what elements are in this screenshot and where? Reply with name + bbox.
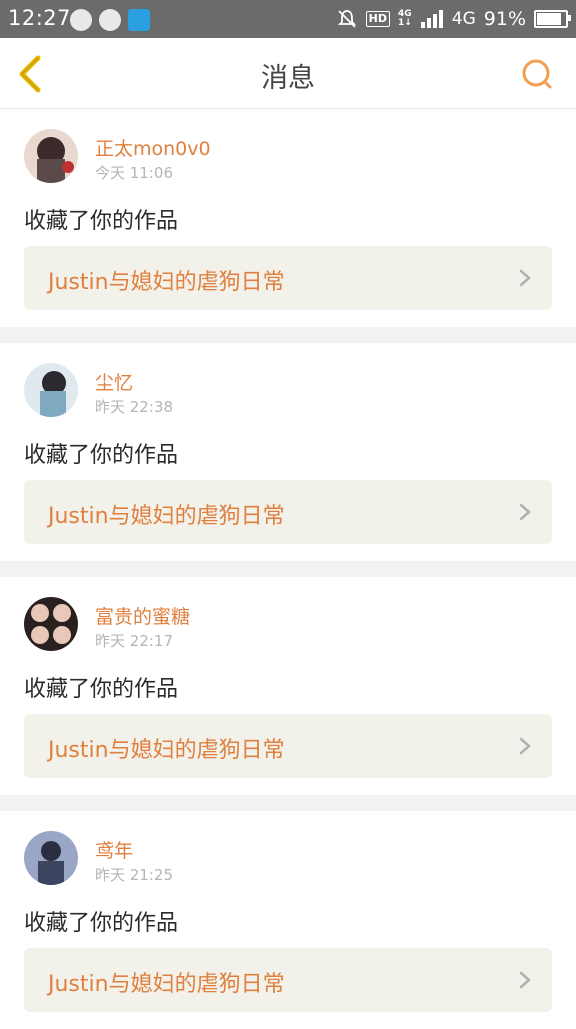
avatar[interactable] <box>24 597 78 651</box>
notification-item: 尘忆 昨天 22:38 收藏了你的作品 Justin与媳妇的虐狗日常 <box>0 343 576 561</box>
battery-percent: 91% <box>483 8 526 30</box>
network-label: 4G <box>451 9 476 29</box>
work-title: Justin与媳妇的虐狗日常 <box>48 270 285 295</box>
separator <box>0 561 576 577</box>
work-title: Justin与媳妇的虐狗日常 <box>48 972 285 997</box>
timestamp: 昨天 21:25 <box>95 866 173 884</box>
work-title: Justin与媳妇的虐狗日常 <box>48 738 285 763</box>
status-bar: 12:27 HD 4G 1↓ 4G 91% <box>0 0 576 38</box>
work-link[interactable]: Justin与媳妇的虐狗日常 <box>24 948 552 1012</box>
page-title: 消息 <box>261 63 315 94</box>
notification-item: 富贵的蜜糖 昨天 22:17 收藏了你的作品 Justin与媳妇的虐狗日常 <box>0 577 576 795</box>
separator <box>0 327 576 343</box>
username[interactable]: 尘忆 <box>95 368 133 395</box>
work-link[interactable]: Justin与媳妇的虐狗日常 <box>24 480 552 544</box>
action-text: 收藏了你的作品 <box>24 911 179 936</box>
avatar-image <box>24 597 78 651</box>
timestamp: 昨天 22:38 <box>95 398 173 416</box>
avatar[interactable] <box>24 363 78 417</box>
chevron-right-icon <box>519 971 531 989</box>
signal-icon <box>420 10 443 28</box>
avatar-image <box>24 129 78 183</box>
status-time: 12:27 <box>8 6 72 30</box>
work-link[interactable]: Justin与媳妇的虐狗日常 <box>24 714 552 778</box>
avatar[interactable] <box>24 129 78 183</box>
search-icon[interactable] <box>520 57 554 91</box>
hd-badge: HD <box>365 11 390 27</box>
timestamp: 昨天 22:17 <box>95 632 173 650</box>
action-text: 收藏了你的作品 <box>24 443 179 468</box>
work-title: Justin与媳妇的虐狗日常 <box>48 504 285 529</box>
work-link[interactable]: Justin与媳妇的虐狗日常 <box>24 246 552 310</box>
battery-icon <box>534 10 571 28</box>
notification-item: 鸢年 昨天 21:25 收藏了你的作品 Justin与媳妇的虐狗日常 <box>0 811 576 1029</box>
avatar[interactable] <box>24 831 78 885</box>
notification-item: 正太mon0v0 今天 11:06 收藏了你的作品 Justin与媳妇的虐狗日常 <box>0 109 576 327</box>
chevron-right-icon <box>519 269 531 287</box>
notification-list: 正太mon0v0 今天 11:06 收藏了你的作品 Justin与媳妇的虐狗日常… <box>0 109 576 1029</box>
avatar-image <box>24 363 78 417</box>
chevron-right-icon <box>519 503 531 521</box>
username[interactable]: 正太mon0v0 <box>95 134 211 161</box>
username[interactable]: 鸢年 <box>95 836 133 863</box>
action-text: 收藏了你的作品 <box>24 677 179 702</box>
notification-cat-icon <box>99 9 121 31</box>
battery-fill <box>537 13 561 25</box>
action-text: 收藏了你的作品 <box>24 209 179 234</box>
mute-bell-icon <box>337 10 356 28</box>
avatar-image <box>24 831 78 885</box>
timestamp: 今天 11:06 <box>95 164 173 182</box>
network-small-label: 4G 1↓ <box>397 9 412 28</box>
separator <box>0 795 576 811</box>
status-right: HD 4G 1↓ 4G 91% <box>336 6 571 32</box>
username[interactable]: 富贵的蜜糖 <box>95 602 190 629</box>
chevron-right-icon <box>519 737 531 755</box>
nav-bar: 消息 <box>0 38 576 109</box>
notification-cat-icon <box>70 9 92 31</box>
notification-chat-icon <box>128 9 150 31</box>
